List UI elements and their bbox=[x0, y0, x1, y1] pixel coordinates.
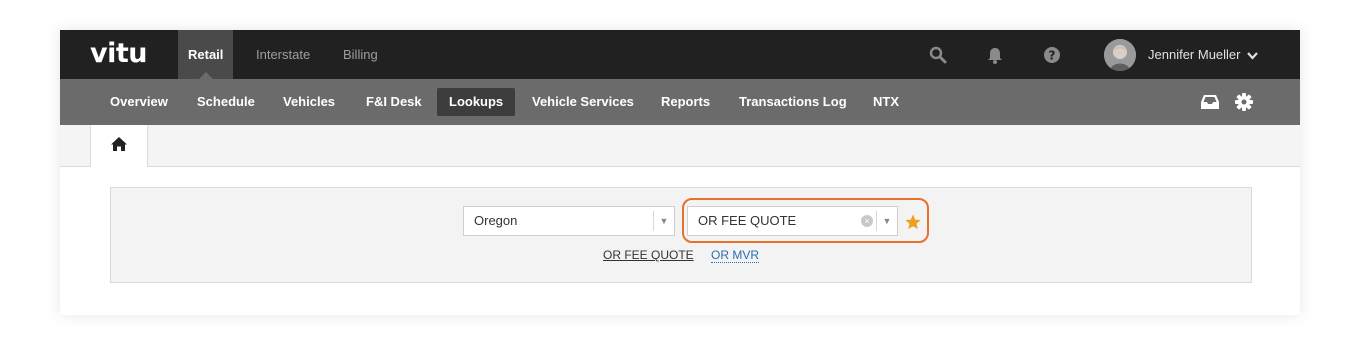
recent-lookup-link[interactable]: OR MVR bbox=[711, 248, 759, 263]
avatar[interactable] bbox=[1104, 39, 1136, 71]
bell-icon[interactable] bbox=[983, 30, 1007, 79]
sub-nav: Overview Schedule Vehicles F&I Desk Look… bbox=[60, 79, 1300, 125]
app-window: vitu Retail Interstate Billing ? Jennife… bbox=[60, 30, 1300, 315]
tab-interstate[interactable]: Interstate bbox=[246, 30, 320, 79]
lookup-panel bbox=[110, 187, 1252, 283]
chevron-down-icon bbox=[1247, 31, 1258, 80]
subnav-ntx[interactable]: NTX bbox=[861, 88, 911, 116]
inbox-icon[interactable] bbox=[1200, 79, 1220, 125]
subnav-fi-desk[interactable]: F&I Desk bbox=[354, 88, 434, 116]
tab-billing[interactable]: Billing bbox=[333, 30, 388, 79]
subnav-transactions-log[interactable]: Transactions Log bbox=[727, 88, 859, 116]
caret-down-icon[interactable]: ▼ bbox=[653, 211, 674, 231]
subnav-overview[interactable]: Overview bbox=[98, 88, 180, 116]
home-icon bbox=[110, 136, 128, 157]
page-tab-strip bbox=[60, 125, 1300, 167]
svg-text:?: ? bbox=[1049, 48, 1056, 62]
home-tab[interactable] bbox=[90, 125, 148, 167]
search-icon[interactable] bbox=[926, 30, 950, 79]
recent-lookup-link[interactable]: OR FEE QUOTE bbox=[603, 248, 694, 262]
subnav-vehicle-services[interactable]: Vehicle Services bbox=[520, 88, 646, 116]
state-select-value: Oregon bbox=[474, 213, 518, 228]
help-icon[interactable]: ? bbox=[1040, 30, 1064, 79]
subnav-reports[interactable]: Reports bbox=[649, 88, 722, 116]
subnav-schedule[interactable]: Schedule bbox=[185, 88, 267, 116]
user-name: Jennifer Mueller bbox=[1148, 47, 1241, 62]
subnav-lookups[interactable]: Lookups bbox=[437, 88, 516, 116]
top-bar: vitu Retail Interstate Billing ? Jennife… bbox=[60, 30, 1300, 79]
tab-retail[interactable]: Retail bbox=[178, 30, 234, 79]
state-select[interactable]: Oregon ▼ bbox=[463, 206, 675, 236]
gear-icon[interactable] bbox=[1235, 79, 1253, 125]
subnav-vehicles[interactable]: Vehicles bbox=[271, 88, 347, 116]
user-menu[interactable]: Jennifer Mueller bbox=[1148, 30, 1258, 79]
vitu-logo[interactable]: vitu bbox=[90, 38, 147, 69]
focus-highlight bbox=[682, 198, 929, 243]
